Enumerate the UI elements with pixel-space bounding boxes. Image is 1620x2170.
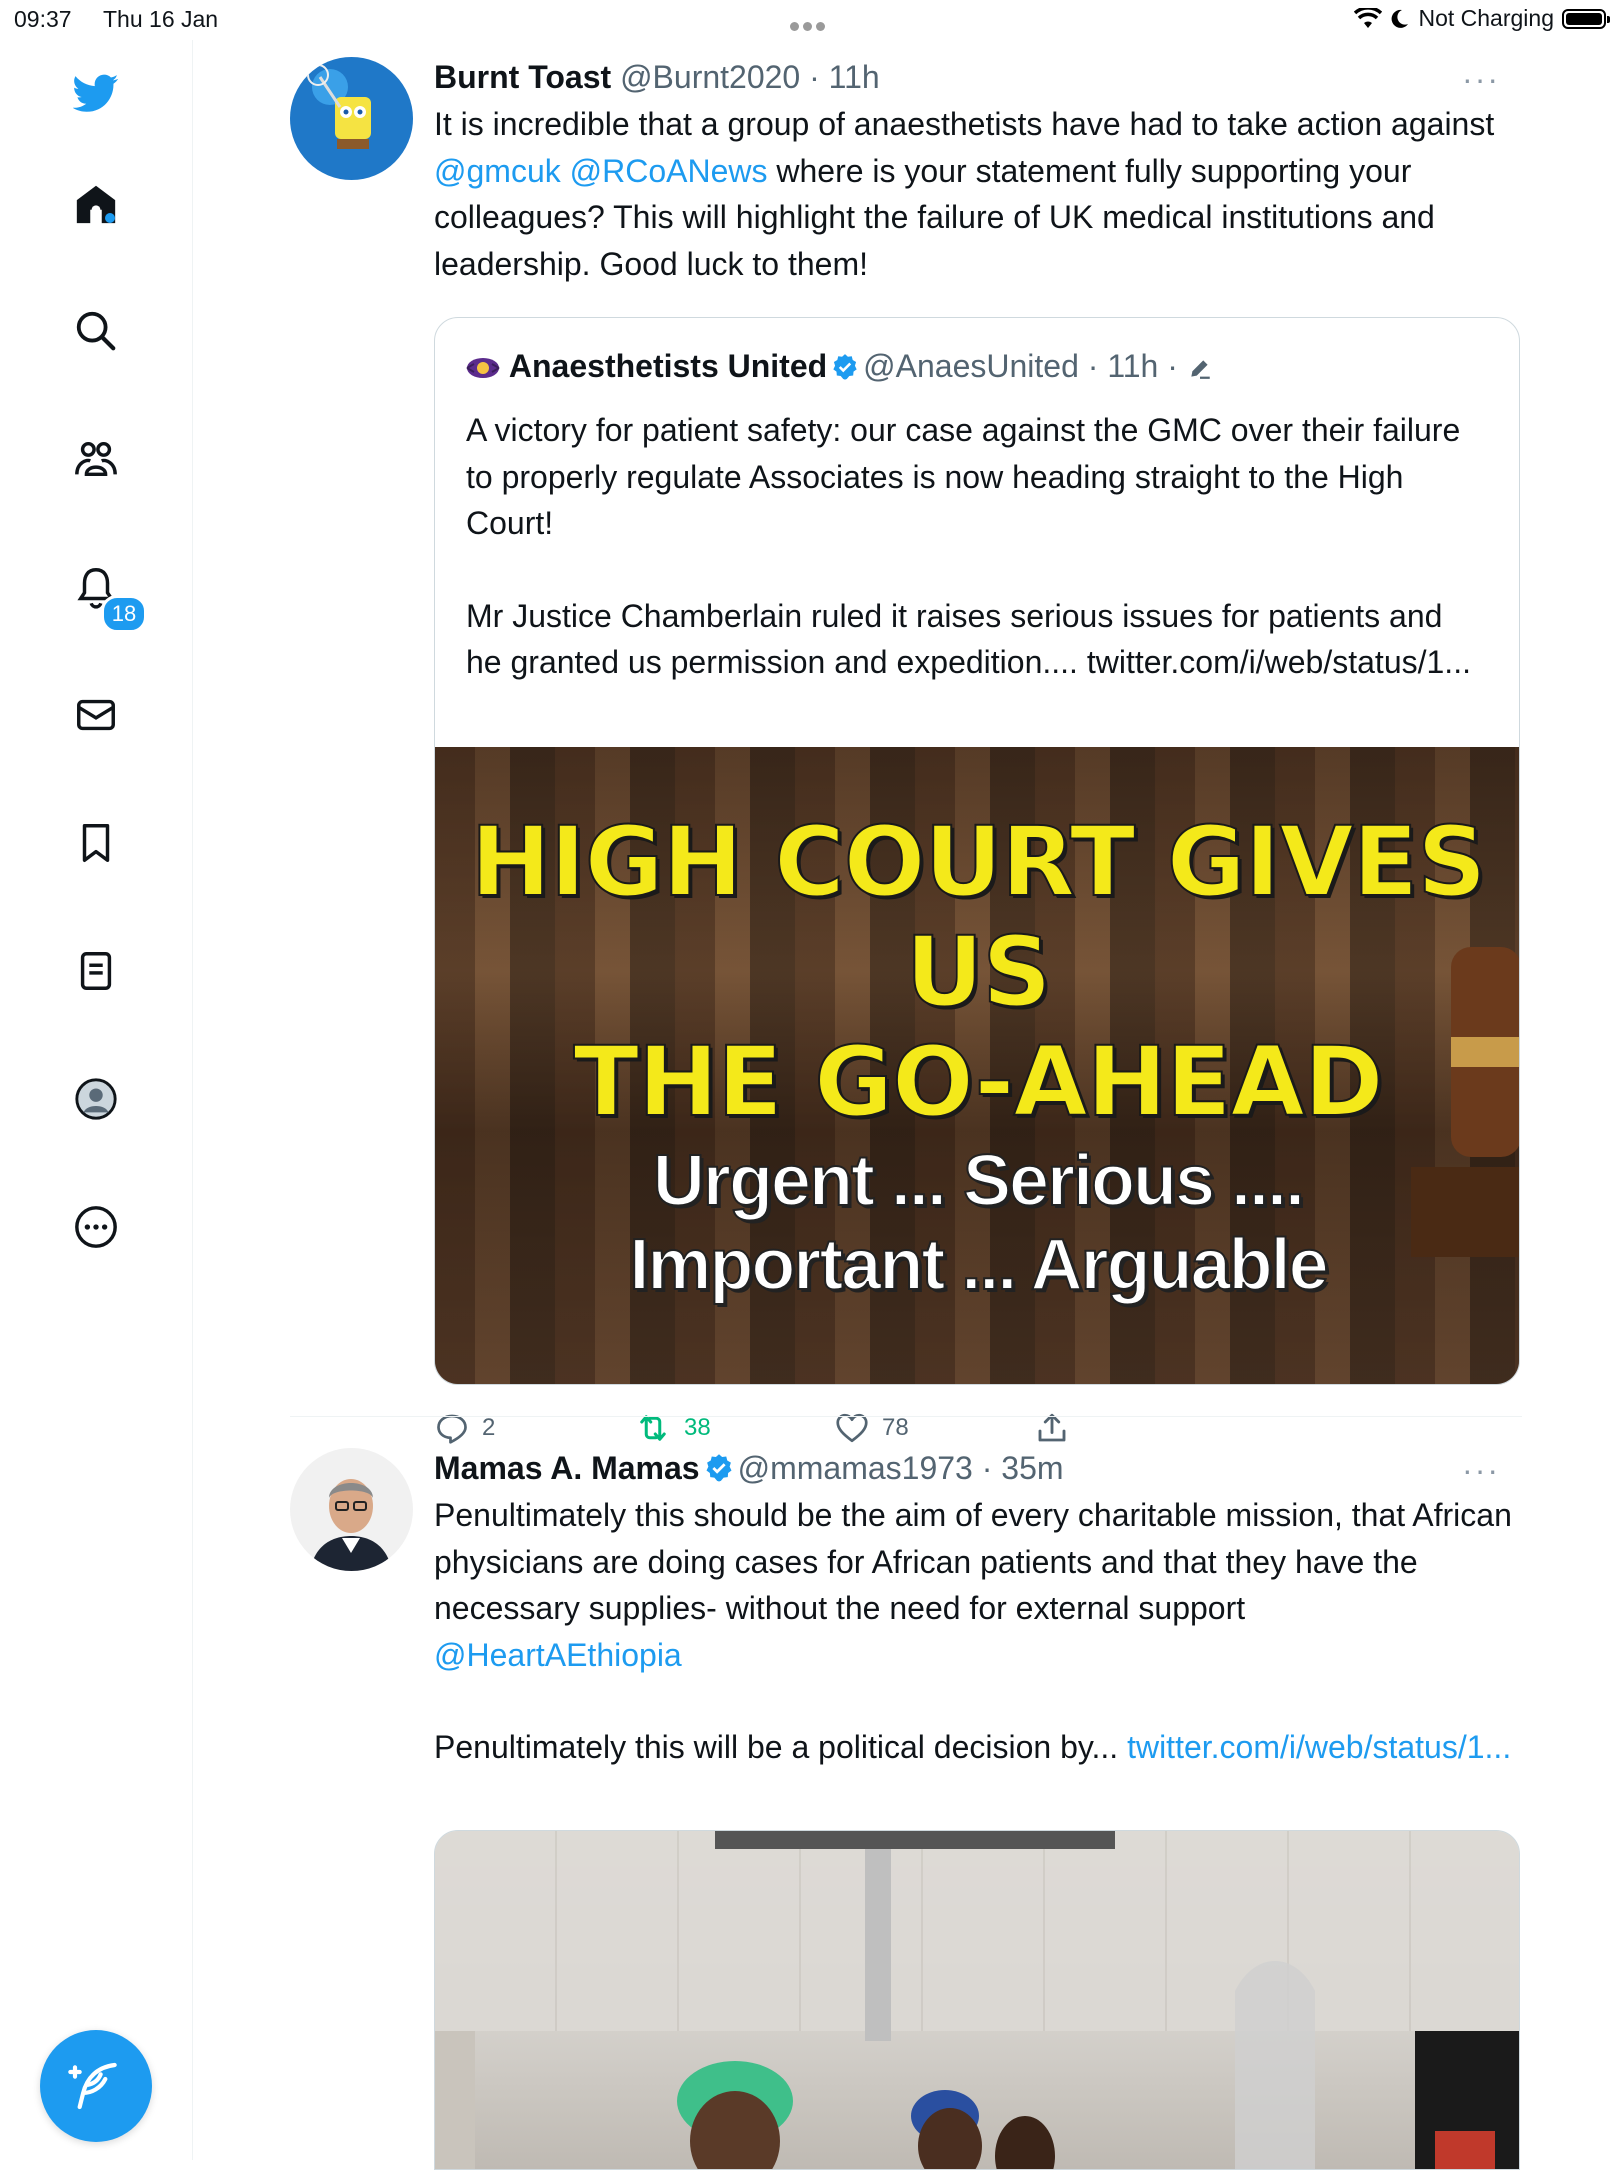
anaesthetists-united-logo-icon <box>466 358 500 378</box>
communities-icon[interactable] <box>64 427 128 491</box>
image-headline: HIGH COURT GIVES US THE GO-AHEAD <box>470 806 1488 1138</box>
quoted-time: 11h <box>1107 348 1159 384</box>
tweet-text: It is incredible that a group of anaesth… <box>434 106 1495 282</box>
tweet-time[interactable]: 11h <box>829 59 880 95</box>
tweet-media-image[interactable] <box>434 1830 1520 2170</box>
reply-count: 2 <box>482 1414 496 1441</box>
verified-badge-icon <box>706 1454 732 1482</box>
status-indicators: Not Charging <box>1354 5 1610 32</box>
quoted-tweet-text: A victory for patient safety: our case a… <box>466 412 1471 680</box>
wifi-icon <box>1354 7 1383 28</box>
user-handle[interactable]: @mmamas1973 <box>738 1450 973 1486</box>
mention-link[interactable]: @gmcuk <box>434 153 561 189</box>
compose-feather-icon <box>68 2062 117 2110</box>
avatar[interactable] <box>290 57 413 180</box>
status-bar: 09:37 Thu 16 Jan Not Charging <box>0 0 1620 40</box>
more-icon[interactable] <box>64 1195 128 1259</box>
twitter-bird-icon[interactable] <box>64 61 128 125</box>
bookmarks-icon[interactable] <box>64 811 128 875</box>
notifications-badge: 18 <box>101 595 147 633</box>
quoted-tweet-image[interactable]: HIGH COURT GIVES US THE GO-AHEAD Urgent .… <box>435 747 1519 1384</box>
mention-link[interactable]: @RCoANews <box>570 153 768 189</box>
sidebar-nav: 18 <box>0 40 193 2160</box>
profile-icon[interactable] <box>64 1067 128 1131</box>
user-handle[interactable]: @Burnt2020 <box>620 59 800 95</box>
home-unread-dot <box>105 213 115 223</box>
avatar[interactable] <box>290 1448 413 1571</box>
tweet-divider <box>290 1416 1522 1417</box>
status-time: 09:37 <box>14 6 72 32</box>
quoted-tweet-header: Anaesthetists United @AnaesUnited · 11h · <box>466 348 1213 385</box>
tweet-card[interactable]: Burnt Toast @Burnt2020 · 11h It is incre… <box>290 57 1520 1444</box>
tweet-header: Burnt Toast @Burnt2020 · 11h <box>434 59 880 95</box>
search-icon[interactable] <box>64 299 128 363</box>
retweet-count: 38 <box>684 1414 711 1441</box>
edited-pencil-icon <box>1191 360 1210 379</box>
home-icon[interactable] <box>64 172 128 236</box>
battery-icon <box>1562 8 1610 29</box>
quoted-handle[interactable]: @AnaesUnited <box>863 348 1079 384</box>
tweet-card[interactable]: Mamas A. Mamas @mmamas1973 · 35m Penultim… <box>290 1448 1520 2170</box>
quoted-tweet[interactable]: Anaesthetists United @AnaesUnited · 11h ·… <box>434 317 1520 1385</box>
verified-badge-icon <box>833 354 857 380</box>
charging-status: Not Charging <box>1418 5 1554 31</box>
compose-tweet-button[interactable] <box>40 2030 152 2142</box>
do-not-disturb-moon-icon <box>1392 9 1409 28</box>
more-options-icon[interactable]: ··· <box>1462 63 1500 95</box>
status-date: Thu 16 Jan <box>103 6 219 32</box>
like-count: 78 <box>882 1414 909 1441</box>
more-options-icon[interactable]: ··· <box>1462 1454 1500 1486</box>
quoted-display-name[interactable]: Anaesthetists United <box>509 348 827 384</box>
multitasking-dots[interactable] <box>788 10 827 37</box>
tweet-text: Penultimately this should be the aim of … <box>434 1492 1520 1771</box>
operating-room-photo <box>435 1831 1519 2169</box>
display-name[interactable]: Mamas A. Mamas <box>434 1450 700 1486</box>
image-subline: Urgent ... Serious .... Important ... Arg… <box>628 1140 1329 1306</box>
tweet-header: Mamas A. Mamas @mmamas1973 · 35m <box>434 1450 1064 1486</box>
lists-icon[interactable] <box>64 939 128 1003</box>
messages-icon[interactable] <box>64 683 128 747</box>
tweet-url-link[interactable]: twitter.com/i/web/status/1... <box>1127 1729 1511 1765</box>
tweet-time[interactable]: 35m <box>1001 1450 1063 1486</box>
display-name[interactable]: Burnt Toast <box>434 59 611 95</box>
mention-link[interactable]: @HeartAEthiopia <box>434 1632 1520 1679</box>
